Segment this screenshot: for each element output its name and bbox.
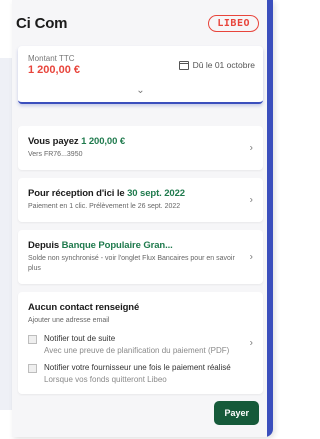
payment-sheet: Ci Com LIBEO Montant TTC 1 200,00 € Dû l… [12,0,273,437]
notify-after-payment-option[interactable]: Notifier votre fournisseur une fois le p… [28,363,237,384]
app-window: Ci Com LIBEO Montant TTC 1 200,00 € Dû l… [0,0,281,439]
contact-subtitle: Ajouter une adresse email [28,317,110,324]
row-subtitle: Solde non synchronisé - voir l'onglet Fl… [28,255,235,272]
option-description: Lorsque vos fonds quitteront Libeo [44,375,167,384]
notify-now-option[interactable]: Notifier tout de suite Avec une preuve d… [28,334,237,355]
contact-row[interactable]: Aucun contact renseigné Ajouter une adre… [18,292,263,394]
pay-button[interactable]: Payer [214,401,259,425]
chevron-right-icon: › [249,337,253,349]
calendar-icon [178,60,189,70]
row-title: Vous payez 1 200,00 € [28,136,126,147]
due-date-text: Dû le 01 octobre [192,60,255,70]
amount-card[interactable]: Montant TTC 1 200,00 € Dû le 01 octobre … [18,46,263,104]
row-title: Depuis Banque Populaire Gran... [28,240,173,251]
row-subtitle: Vers FR76...3950 [28,151,83,158]
bank-account-row[interactable]: Depuis Banque Populaire Gran... Solde no… [18,230,263,284]
chevron-right-icon: › [249,251,253,263]
row-subtitle: Paiement en 1 clic. Prélèvement le 26 se… [28,203,181,210]
notify-now-checkbox[interactable] [28,335,37,344]
option-label: Notifier votre fournisseur une fois le p… [44,363,231,372]
sheet-header: Ci Com LIBEO [12,0,273,46]
page-title: Ci Com [16,14,68,32]
option-label: Notifier tout de suite [44,334,116,343]
chevron-right-icon: › [249,194,253,206]
payment-amount-row[interactable]: Vous payez 1 200,00 € Vers FR76...3950 › [18,126,263,170]
libeo-logo: LIBEO [208,14,259,32]
chevron-right-icon: › [249,142,253,154]
due-date: Dû le 01 octobre [178,60,255,70]
chevron-down-icon[interactable]: ⌄ [136,85,144,96]
contact-title: Aucun contact renseigné [28,302,140,313]
option-description: Avec une preuve de planification du paie… [44,346,230,355]
row-title: Pour réception d'ici le 30 sept. 2022 [28,188,185,199]
accent-bar [267,0,273,437]
reception-date-row[interactable]: Pour réception d'ici le 30 sept. 2022 Pa… [18,178,263,222]
notify-after-payment-checkbox[interactable] [28,364,37,373]
